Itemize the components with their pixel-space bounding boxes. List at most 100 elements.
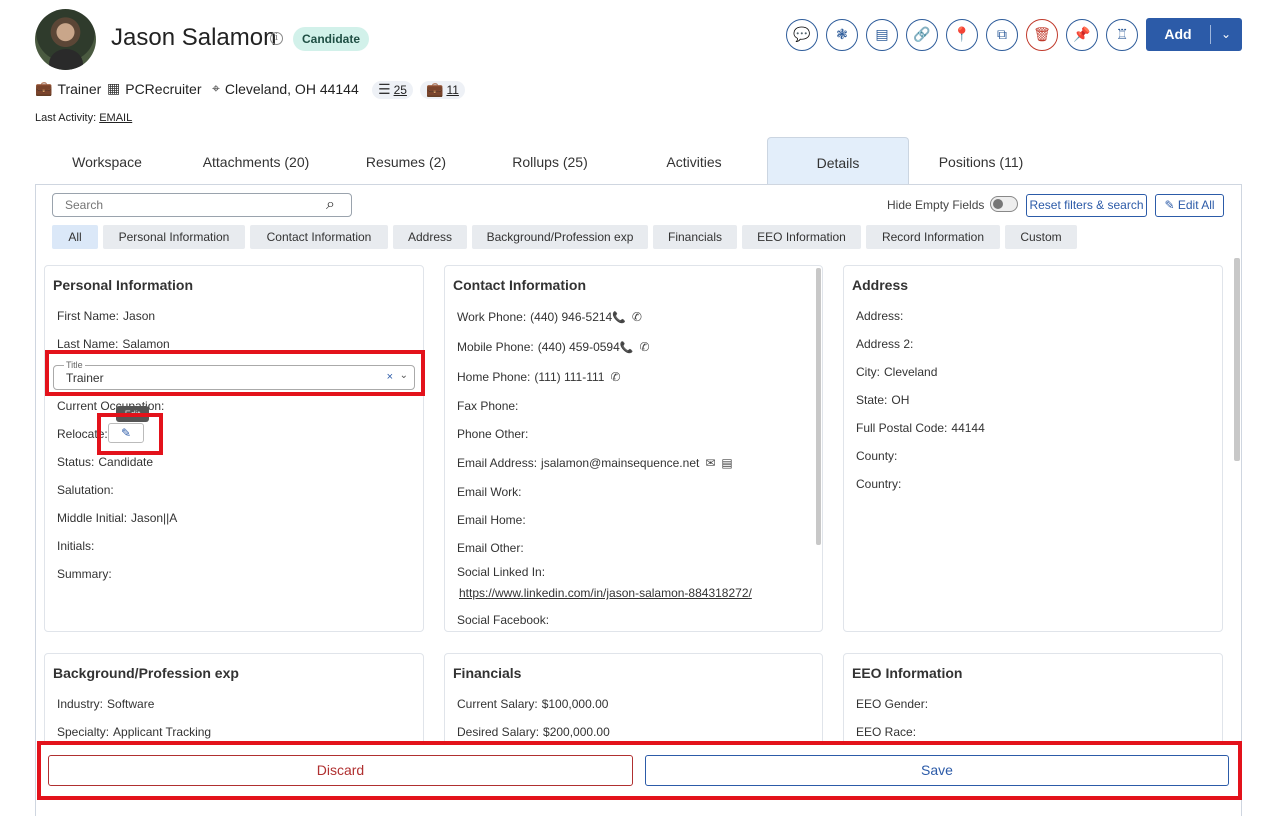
rollups-count-link[interactable]: 25 xyxy=(394,83,407,97)
initials-row: Initials: xyxy=(57,539,95,553)
card-heading: EEO Information xyxy=(852,665,963,681)
card-heading: Financials xyxy=(453,665,522,681)
county-row: County: xyxy=(856,449,898,463)
facebook-row: Social Facebook: xyxy=(457,613,550,627)
call-phone-icon[interactable]: 📞 xyxy=(612,311,626,324)
filter-all[interactable]: All xyxy=(52,225,98,249)
city-row: City: Cleveland xyxy=(856,365,938,379)
avatar xyxy=(35,9,96,70)
fax-row: Fax Phone: xyxy=(457,399,519,413)
document-icon[interactable]: ▤ xyxy=(721,456,732,470)
linkedin-link[interactable]: https://www.linkedin.com/in/jason-salamo… xyxy=(459,586,752,600)
briefcase-icon: 💼 xyxy=(35,81,53,97)
pin-icon[interactable]: 📌 xyxy=(1066,19,1098,51)
email-home-row: Email Home: xyxy=(457,513,526,527)
salutation-row: Salutation: xyxy=(57,483,114,497)
middle-initial-row: Middle Initial: Jason||A xyxy=(57,511,178,525)
job-title-text: Trainer xyxy=(57,81,102,97)
chevron-down-icon[interactable]: ⌄ xyxy=(1210,18,1242,51)
card-heading: Address xyxy=(852,277,909,293)
filter-record[interactable]: Record Information xyxy=(866,225,1000,249)
mail-icon[interactable]: ✉ xyxy=(705,456,715,470)
add-button[interactable]: Add ⌄ xyxy=(1146,18,1242,51)
filter-custom[interactable]: Custom xyxy=(1005,225,1077,249)
location-icon: ⌖ xyxy=(212,81,220,97)
status-badge: Candidate xyxy=(293,27,370,51)
rollups-pill[interactable]: ☰ 25 xyxy=(372,81,413,99)
positions-count-link[interactable]: 11 xyxy=(446,83,458,97)
building-icon: ▦ xyxy=(107,81,121,97)
search-icon[interactable]: ⌕ xyxy=(326,194,335,214)
search-input[interactable] xyxy=(52,193,352,217)
filter-contact[interactable]: Contact Information xyxy=(250,225,388,249)
card-heading: Background/Profession exp xyxy=(53,665,239,681)
address2-row: Address 2: xyxy=(856,337,914,351)
scrollbar[interactable] xyxy=(816,268,821,545)
last-name-row: Last Name: Salamon xyxy=(57,337,170,351)
rollups-icon: ☰ xyxy=(378,82,391,98)
chat-icon[interactable]: 💬 xyxy=(786,19,818,51)
trash-icon[interactable]: 🗑 xyxy=(1026,19,1058,51)
tab-positions[interactable]: Positions (11) xyxy=(925,140,1037,184)
linkedin-link-row: https://www.linkedin.com/in/jason-salamo… xyxy=(459,586,752,600)
positions-pill[interactable]: 💼 11 xyxy=(420,81,465,99)
hide-empty-toggle[interactable] xyxy=(990,196,1018,212)
filter-background[interactable]: Background/Profession exp xyxy=(472,225,648,249)
country-row: Country: xyxy=(856,477,902,491)
filter-financials[interactable]: Financials xyxy=(653,225,737,249)
reset-filters-button[interactable]: Reset filters & search xyxy=(1026,194,1147,217)
phone-other-row: Phone Other: xyxy=(457,427,529,441)
specialty-row: Specialty: Applicant Tracking xyxy=(57,725,212,739)
email-other-row: Email Other: xyxy=(457,541,524,555)
link-icon[interactable]: 🔗 xyxy=(906,19,938,51)
last-activity-link[interactable]: EMAIL xyxy=(99,112,132,124)
eeo-gender-row: EEO Gender: xyxy=(856,697,929,711)
meta-company: ▦ PCRecruiter xyxy=(107,81,201,97)
home-phone-row: Home Phone: (111) 111-111 ✆ xyxy=(457,370,621,384)
email-row: Email Address: jsalamon@mainsequence.net ✉… xyxy=(457,456,733,470)
hide-empty-label: Hide Empty Fields xyxy=(887,198,985,212)
summary-row: Summary: xyxy=(57,567,112,581)
candidate-name: Jason Salamon xyxy=(111,24,277,51)
first-name-row: First Name: Jason xyxy=(57,309,156,323)
tab-activities[interactable]: Activities xyxy=(640,140,748,184)
work-phone-row: Work Phone: (440) 946-5214📞 ✆ xyxy=(457,310,642,324)
edit-button-highlight xyxy=(97,413,163,455)
phone-icon[interactable]: ✆ xyxy=(639,340,649,354)
address-card: Address Address: Address 2: City: Clevela… xyxy=(843,265,1223,632)
tab-details[interactable]: Details xyxy=(767,137,909,184)
pencil-icon: ✎ xyxy=(1164,198,1175,212)
filter-personal[interactable]: Personal Information xyxy=(103,225,245,249)
tab-attachments[interactable]: Attachments (20) xyxy=(190,140,322,184)
last-activity: Last Activity: EMAIL xyxy=(35,112,133,124)
info-icon[interactable]: i xyxy=(270,32,283,45)
stamp-icon[interactable]: ♖ xyxy=(1106,19,1138,51)
card-heading: Personal Information xyxy=(53,277,194,293)
location-pin-icon[interactable]: 📍 xyxy=(946,19,978,51)
postal-row: Full Postal Code: 44144 xyxy=(856,421,985,435)
desired-salary-row: Desired Salary: $200,000.00 xyxy=(457,725,610,739)
documents-icon[interactable]: ▤ xyxy=(866,19,898,51)
status-row: Status: Candidate xyxy=(57,455,154,469)
company-text: PCRecruiter xyxy=(125,81,202,97)
copy-icon[interactable]: ⧉ xyxy=(986,19,1018,51)
tab-resumes[interactable]: Resumes (2) xyxy=(352,140,460,184)
filter-address[interactable]: Address xyxy=(393,225,467,249)
title-field-highlight xyxy=(45,350,425,396)
meta-location: ⌖ Cleveland, OH 44144 xyxy=(212,81,359,97)
filter-eeo[interactable]: EEO Information xyxy=(742,225,861,249)
mobile-phone-row: Mobile Phone: (440) 459-0594📞 ✆ xyxy=(457,340,650,354)
state-row: State: OH xyxy=(856,393,910,407)
page-scrollbar[interactable] xyxy=(1234,258,1240,461)
phone-icon[interactable]: ✆ xyxy=(610,370,620,384)
address-row: Address: xyxy=(856,309,904,323)
edit-all-button[interactable]: ✎ Edit All xyxy=(1155,194,1224,217)
card-heading: Contact Information xyxy=(453,277,586,293)
contact-info-card: Contact Information Work Phone: (440) 946… xyxy=(444,265,823,632)
call-phone-icon[interactable]: 📞 xyxy=(620,341,634,354)
network-icon[interactable]: ❃ xyxy=(826,19,858,51)
tab-rollups[interactable]: Rollups (25) xyxy=(495,140,605,184)
phone-icon[interactable]: ✆ xyxy=(632,310,642,324)
action-bar-highlight xyxy=(37,741,1242,800)
tab-workspace[interactable]: Workspace xyxy=(52,140,162,184)
